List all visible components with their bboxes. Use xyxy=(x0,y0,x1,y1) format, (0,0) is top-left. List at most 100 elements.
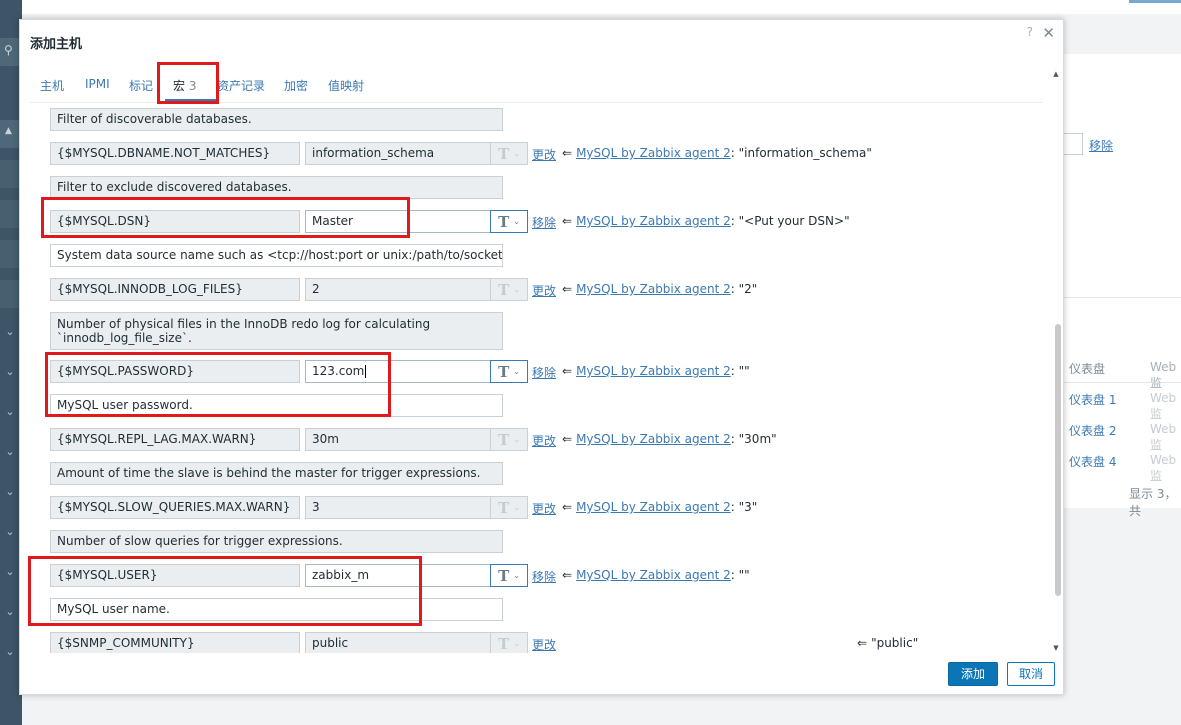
scroll-up-arrow[interactable]: ▲ xyxy=(1050,70,1062,78)
change-link[interactable]: 更改 xyxy=(532,282,556,299)
cancel-button[interactable]: 取消 xyxy=(1007,662,1055,686)
macro-name-field[interactable]: {$MYSQL.USER} xyxy=(50,564,300,587)
template-link[interactable]: MySQL by Zabbix agent 2 xyxy=(576,364,731,378)
change-link[interactable]: 更改 xyxy=(532,500,556,517)
text-type-icon: T xyxy=(498,212,510,231)
close-icon[interactable]: ✕ xyxy=(1042,24,1055,42)
inherited-value: ⇐ MySQL by Zabbix agent 2: "" xyxy=(562,568,750,582)
chevron-down-icon: ⌄ xyxy=(513,217,520,226)
background-remove-link[interactable]: 移除 xyxy=(1089,137,1113,154)
remove-link[interactable]: 移除 xyxy=(532,568,556,585)
default-value: "public" xyxy=(871,636,919,650)
macros-list: Filter of discoverable databases. {$MYSQ… xyxy=(20,108,1040,653)
chevron-down-icon[interactable]: ⌄ xyxy=(2,405,18,418)
tab-encryption[interactable]: 加密 xyxy=(284,77,308,94)
macro-value-field: 3 xyxy=(305,496,491,519)
table-row-link[interactable]: 仪表盘 1 xyxy=(1069,391,1116,408)
text-type-icon: T xyxy=(498,144,510,163)
chevron-down-icon[interactable]: ⌄ xyxy=(2,325,18,338)
value-type-select[interactable]: T ⌄ xyxy=(490,210,528,233)
macro-name-field: {$MYSQL.SLOW_QUERIES.MAX.WARN} xyxy=(50,496,300,519)
table-row-link[interactable]: 仪表盘 4 xyxy=(1069,453,1116,470)
default-value: : "3" xyxy=(730,500,758,514)
inherited-value: ⇐ MySQL by Zabbix agent 2: "information_s… xyxy=(562,146,872,160)
arrow-icon: ⇐ xyxy=(562,282,573,296)
value-type-select: T ⌄ xyxy=(490,278,528,301)
chevron-down-icon: ⌄ xyxy=(513,149,520,158)
table-cell: Web监 xyxy=(1150,391,1177,421)
chevron-down-icon[interactable]: ⌄ xyxy=(2,485,18,498)
macro-description-input[interactable]: MySQL user name. xyxy=(50,598,503,621)
scrollbar[interactable]: ▲ ▼ xyxy=(1050,70,1062,654)
default-value: : "30m" xyxy=(730,432,777,446)
macro-name-field[interactable]: {$MYSQL.DSN} xyxy=(50,210,300,233)
arrow-icon: ⇐ xyxy=(562,500,573,514)
chevron-down-icon[interactable]: ⌄ xyxy=(2,365,18,378)
tab-host[interactable]: 主机 xyxy=(40,77,64,94)
macro-description-input[interactable]: System data source name such as <tcp://h… xyxy=(50,244,503,267)
value-type-select[interactable]: T ⌄ xyxy=(490,360,528,383)
template-link[interactable]: MySQL by Zabbix agent 2 xyxy=(576,568,731,582)
macro-name-field: {$MYSQL.DBNAME.NOT_MATCHES} xyxy=(50,142,300,165)
macro-value-input[interactable]: zabbix_m xyxy=(305,564,491,587)
table-row-link[interactable]: 仪表盘 2 xyxy=(1069,422,1116,439)
template-link[interactable]: MySQL by Zabbix agent 2 xyxy=(576,282,731,296)
value-type-select: T ⌄ xyxy=(490,632,528,653)
add-button[interactable]: 添加 xyxy=(948,662,998,686)
chevron-down-icon[interactable]: ⌄ xyxy=(2,565,18,578)
scroll-thumb[interactable] xyxy=(1055,324,1061,596)
template-link[interactable]: MySQL by Zabbix agent 2 xyxy=(576,500,731,514)
chevron-down-icon[interactable]: ⌄ xyxy=(2,525,18,538)
background-input[interactable] xyxy=(1064,133,1083,155)
tab-bar: 主机 IPMI 标记 宏 3 资产记录 加密 值映射 xyxy=(30,70,1043,103)
table-cell: Web监 xyxy=(1150,422,1177,452)
tab-macros[interactable]: 宏 3 xyxy=(173,77,196,94)
tab-inventory[interactable]: 资产记录 xyxy=(217,77,265,94)
table-header: Web监 xyxy=(1150,360,1177,390)
macro-name-field[interactable]: {$MYSQL.PASSWORD} xyxy=(50,360,300,383)
tab-label: 宏 xyxy=(173,79,186,93)
tab-tags[interactable]: 标记 xyxy=(129,77,153,94)
chevron-down-icon: ⌄ xyxy=(513,571,520,580)
chevron-down-icon: ⌄ xyxy=(513,503,520,512)
text-type-icon: T xyxy=(498,498,510,517)
scroll-down-arrow[interactable]: ▼ xyxy=(1050,644,1062,652)
input-text: 123.com xyxy=(312,364,365,378)
change-link[interactable]: 更改 xyxy=(532,146,556,163)
text-type-icon: T xyxy=(498,362,510,381)
chevron-down-icon[interactable]: ⌄ xyxy=(2,645,18,658)
template-link[interactable]: MySQL by Zabbix agent 2 xyxy=(576,214,731,228)
remove-link[interactable]: 移除 xyxy=(532,214,556,231)
text-type-icon: T xyxy=(498,430,510,449)
macro-value-input[interactable]: Master xyxy=(305,210,491,233)
inherited-value: ⇐ MySQL by Zabbix agent 2: "30m" xyxy=(562,432,777,446)
macro-value-field: 30m xyxy=(305,428,491,451)
help-icon[interactable]: ? xyxy=(1027,25,1033,39)
macro-description: Filter to exclude discovered databases. xyxy=(50,176,503,199)
arrow-icon: ⇐ xyxy=(562,214,573,228)
tab-ipmi[interactable]: IPMI xyxy=(85,77,110,91)
value-type-select[interactable]: T ⌄ xyxy=(490,564,528,587)
chevron-down-icon[interactable]: ⌄ xyxy=(2,445,18,458)
text-caret xyxy=(365,365,367,378)
chevron-down-icon[interactable]: ⌄ xyxy=(2,605,18,618)
template-link[interactable]: MySQL by Zabbix agent 2 xyxy=(576,146,731,160)
remove-link[interactable]: 移除 xyxy=(532,364,556,381)
macro-value-input[interactable]: 123.com xyxy=(305,360,491,383)
chevron-down-icon: ⌄ xyxy=(513,285,520,294)
chevron-down-icon: ⌄ xyxy=(513,435,520,444)
inherited-value: ⇐ MySQL by Zabbix agent 2: "" xyxy=(562,364,750,378)
inherited-value: ⇐ MySQL by Zabbix agent 2: "<Put your DSN… xyxy=(562,214,850,228)
value-type-select: T ⌄ xyxy=(490,142,528,165)
inherited-value: ⇐ MySQL by Zabbix agent 2: "2" xyxy=(562,282,757,296)
change-link[interactable]: 更改 xyxy=(532,432,556,449)
template-link[interactable]: MySQL by Zabbix agent 2 xyxy=(576,432,731,446)
chevron-down-icon: ⌄ xyxy=(513,639,520,648)
text-type-icon: T xyxy=(498,634,510,653)
default-value: : "2" xyxy=(730,282,758,296)
macro-value-field: information_schema xyxy=(305,142,491,165)
tab-value-mapping[interactable]: 值映射 xyxy=(328,77,364,94)
dialog-title: 添加主机 xyxy=(30,37,83,52)
change-link[interactable]: 更改 xyxy=(532,636,556,653)
macro-description-input[interactable]: MySQL user password. xyxy=(50,394,503,417)
